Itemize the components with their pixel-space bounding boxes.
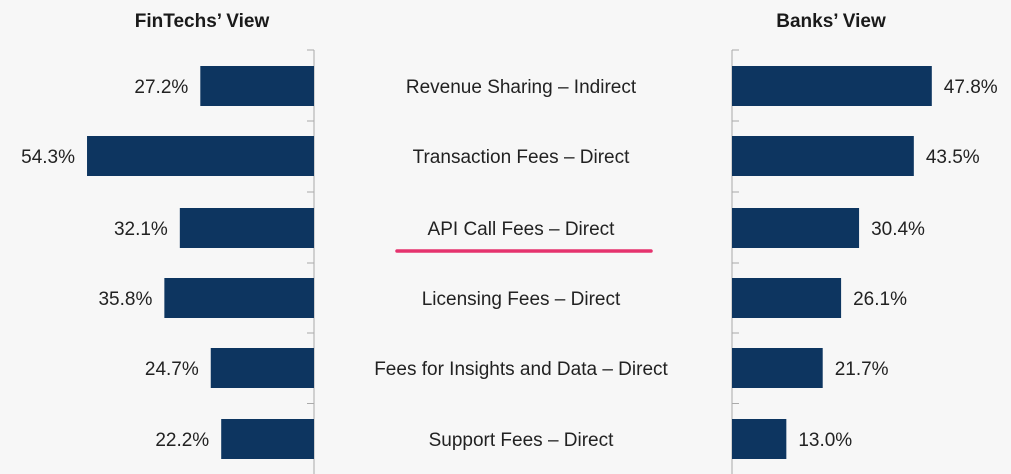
banks-panel-title: Banks’ View <box>776 11 886 32</box>
mirrored-bar-chart: FinTechs’ View Banks’ View 27.2% 47.8% Rev… <box>21 11 998 474</box>
banks-value-label: 26.1% <box>853 289 907 310</box>
fintechs-value-label: 54.3% <box>21 147 75 168</box>
category-label: Fees for Insights and Data – Direct <box>374 359 668 380</box>
banks-bar <box>732 136 914 176</box>
banks-bar <box>732 419 787 459</box>
fintechs-bar <box>221 419 314 459</box>
fintechs-bar <box>200 66 314 106</box>
banks-value-label: 43.5% <box>926 147 980 168</box>
banks-value-label: 21.7% <box>835 359 889 380</box>
banks-bar <box>732 348 823 388</box>
axes-group <box>307 49 739 474</box>
banks-bar <box>732 278 842 318</box>
fintechs-value-label: 24.7% <box>145 359 199 380</box>
banks-value-label: 13.0% <box>798 430 852 451</box>
fintechs-bar <box>210 348 314 388</box>
category-label: Support Fees – Direct <box>429 430 615 451</box>
bars-group <box>87 66 932 459</box>
category-label: Transaction Fees – Direct <box>413 147 631 168</box>
fintechs-value-label: 35.8% <box>98 289 152 310</box>
fintechs-panel-title: FinTechs’ View <box>135 11 270 32</box>
fintechs-value-label: 27.2% <box>134 77 188 98</box>
category-label: Licensing Fees – Direct <box>422 289 621 310</box>
fintechs-bar <box>179 208 314 248</box>
category-label: Revenue Sharing – Indirect <box>406 77 637 98</box>
labels-group: 27.2% 47.8% Revenue Sharing – Indirect 54.3… <box>21 77 998 451</box>
banks-bar <box>732 66 932 106</box>
fintechs-value-label: 32.1% <box>114 219 168 240</box>
banks-value-label: 47.8% <box>944 77 998 98</box>
category-label: API Call Fees – Direct <box>428 219 616 240</box>
banks-value-label: 30.4% <box>871 219 925 240</box>
fintechs-bar <box>87 136 314 176</box>
fintechs-bar <box>164 278 314 318</box>
banks-bar <box>732 208 860 248</box>
fintechs-value-label: 22.2% <box>155 430 209 451</box>
